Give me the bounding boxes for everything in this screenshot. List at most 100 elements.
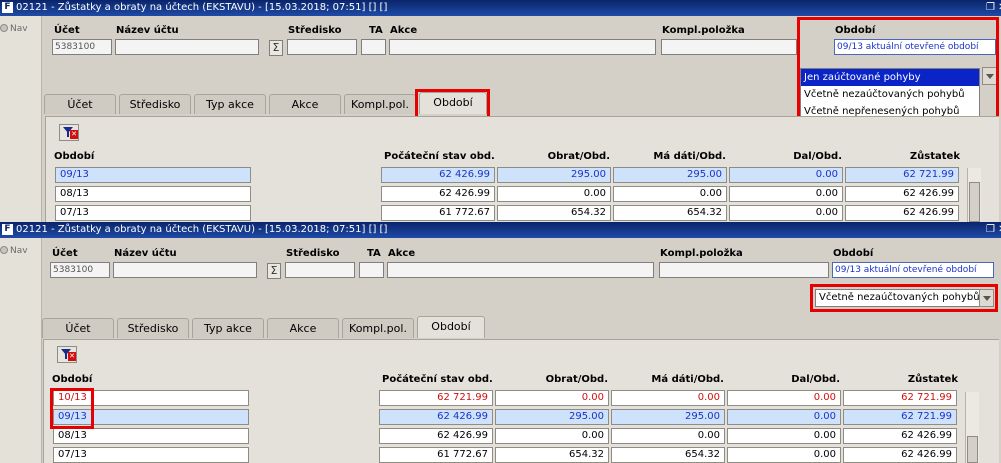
- cell-obdobi[interactable]: 08/13: [53, 428, 249, 444]
- cell-zustatek[interactable]: 62 426.99: [845, 186, 959, 202]
- scroll-thumb[interactable]: [969, 182, 980, 222]
- table-scrollbar[interactable]: [965, 392, 979, 463]
- cell-obrat[interactable]: 0.00: [497, 186, 611, 202]
- cell-obrat[interactable]: 0.00: [495, 428, 609, 444]
- app-icon: F: [2, 2, 13, 13]
- cell-obrat[interactable]: 295.00: [495, 409, 609, 425]
- cell-pocatecni[interactable]: 61 772.67: [379, 447, 493, 463]
- col-dal: Dal/Obd.: [791, 374, 840, 385]
- akce-field[interactable]: [387, 262, 654, 278]
- cell-obdobi[interactable]: 09/13: [55, 167, 251, 183]
- sigma-icon[interactable]: Σ: [267, 263, 281, 279]
- cell-madati[interactable]: 0.00: [613, 186, 727, 202]
- cell-dal[interactable]: 0.00: [727, 447, 841, 463]
- stredisko-field[interactable]: [285, 262, 355, 278]
- tab-kompl-pol[interactable]: Kompl.pol.: [344, 94, 416, 114]
- tab-obdobi[interactable]: Období: [419, 92, 487, 114]
- cell-obrat[interactable]: 295.00: [497, 167, 611, 183]
- obdobi-label: Období: [833, 248, 874, 259]
- tab-akce[interactable]: Akce: [267, 318, 339, 338]
- cell-zustatek[interactable]: 62 426.99: [843, 447, 957, 463]
- cell-pocatecni[interactable]: 62 721.99: [379, 390, 493, 406]
- cell-dal[interactable]: 0.00: [729, 186, 843, 202]
- cell-zustatek[interactable]: 62 721.99: [845, 167, 959, 183]
- posting-filter-select[interactable]: Včetně nezaúčtovaných pohybů: [815, 289, 981, 307]
- ucet-field[interactable]: 5383100: [50, 262, 110, 278]
- kompl-field[interactable]: [659, 262, 829, 278]
- dropdown-option[interactable]: Jen zaúčtované pohyby: [801, 69, 979, 86]
- cell-obrat[interactable]: 0.00: [495, 390, 609, 406]
- stredisko-label: Středisko: [288, 25, 342, 36]
- nazev-field[interactable]: [113, 262, 257, 278]
- cell-pocatecni[interactable]: 62 426.99: [381, 167, 495, 183]
- cell-madati[interactable]: 654.32: [611, 447, 725, 463]
- obdobi-field[interactable]: 09/13 aktuální otevřené období: [834, 39, 996, 55]
- tab-stredisko[interactable]: Středisko: [119, 94, 191, 114]
- tab-ucet[interactable]: Účet: [44, 94, 116, 114]
- tab-kompl-pol[interactable]: Kompl.pol.: [342, 318, 414, 338]
- cell-dal[interactable]: 0.00: [729, 167, 843, 183]
- window-panel-top: F 02121 - Zůstatky a obraty na účtech (E…: [0, 0, 1001, 222]
- cell-dal[interactable]: 0.00: [727, 409, 841, 425]
- cell-pocatecni[interactable]: 62 426.99: [381, 186, 495, 202]
- nav-strip: Nav: [0, 16, 42, 222]
- cell-zustatek[interactable]: 62 721.99: [843, 390, 957, 406]
- tab-stredisko[interactable]: Středisko: [117, 318, 189, 338]
- chevron-down-icon[interactable]: [979, 289, 994, 307]
- cell-madati[interactable]: 295.00: [611, 409, 725, 425]
- filter-clear-icon[interactable]: ✕: [59, 124, 79, 141]
- cell-madati[interactable]: 0.00: [611, 390, 725, 406]
- cell-zustatek[interactable]: 62 721.99: [843, 409, 957, 425]
- sigma-icon[interactable]: Σ: [269, 40, 283, 56]
- cell-obdobi[interactable]: 07/13: [53, 447, 249, 463]
- filter-clear-icon[interactable]: ✕: [57, 346, 77, 363]
- ta-field[interactable]: [359, 262, 384, 278]
- cell-dal[interactable]: 0.00: [727, 428, 841, 444]
- cell-pocatecni[interactable]: 62 426.99: [379, 428, 493, 444]
- posting-filter-dropdown[interactable]: Jen zaúčtované pohyby Včetně nezaúčtovan…: [800, 68, 980, 122]
- restore-close-icon[interactable]: ❐ ✕: [986, 0, 1001, 16]
- akce-field[interactable]: [389, 39, 656, 55]
- ucet-label: Účet: [52, 248, 78, 259]
- chevron-down-icon[interactable]: [982, 67, 997, 85]
- tab-ucet[interactable]: Účet: [42, 318, 114, 338]
- restore-close-icon[interactable]: ❐ ✕: [986, 222, 1001, 238]
- nav-button[interactable]: Nav: [0, 246, 28, 256]
- nav-button[interactable]: Nav: [0, 24, 28, 34]
- obdobi-field[interactable]: 09/13 aktuální otevřené období: [832, 262, 994, 278]
- tab-typ-akce[interactable]: Typ akce: [194, 94, 266, 114]
- nazev-field[interactable]: [115, 39, 259, 55]
- col-zustatek: Zůstatek: [909, 151, 960, 162]
- app-icon: F: [2, 224, 13, 235]
- col-zustatek: Zůstatek: [907, 374, 958, 385]
- cell-pocatecni[interactable]: 62 426.99: [379, 409, 493, 425]
- table-scrollbar[interactable]: [967, 168, 981, 222]
- cell-obdobi[interactable]: 07/13: [55, 205, 251, 221]
- stredisko-field[interactable]: [287, 39, 357, 55]
- cell-obdobi[interactable]: 09/13: [53, 409, 249, 425]
- cell-obdobi[interactable]: 08/13: [55, 186, 251, 202]
- cell-madati[interactable]: 295.00: [613, 167, 727, 183]
- ta-field[interactable]: [361, 39, 386, 55]
- scroll-thumb[interactable]: [967, 436, 978, 463]
- dropdown-option[interactable]: Včetně nezaúčtovaných pohybů: [801, 86, 979, 103]
- cell-zustatek[interactable]: 62 426.99: [843, 428, 957, 444]
- ucet-field[interactable]: 5383100: [52, 39, 112, 55]
- cell-obdobi[interactable]: 10/13: [53, 390, 249, 406]
- cell-pocatecni[interactable]: 61 772.67: [381, 205, 495, 221]
- tab-typ-akce[interactable]: Typ akce: [192, 318, 264, 338]
- col-madati: Má dáti/Obd.: [653, 151, 726, 162]
- cell-obrat[interactable]: 654.32: [495, 447, 609, 463]
- kompl-field[interactable]: [661, 39, 797, 55]
- cell-madati[interactable]: 0.00: [611, 428, 725, 444]
- cell-zustatek[interactable]: 62 426.99: [845, 205, 959, 221]
- cell-dal[interactable]: 0.00: [727, 390, 841, 406]
- cell-dal[interactable]: 0.00: [729, 205, 843, 221]
- title-bar: F 02121 - Zůstatky a obraty na účtech (E…: [0, 0, 1001, 16]
- cell-obrat[interactable]: 654.32: [497, 205, 611, 221]
- cell-madati[interactable]: 654.32: [613, 205, 727, 221]
- tab-akce[interactable]: Akce: [269, 94, 341, 114]
- ta-label: TA: [369, 25, 383, 36]
- stredisko-label: Středisko: [286, 248, 340, 259]
- tab-obdobi[interactable]: Období: [417, 316, 485, 338]
